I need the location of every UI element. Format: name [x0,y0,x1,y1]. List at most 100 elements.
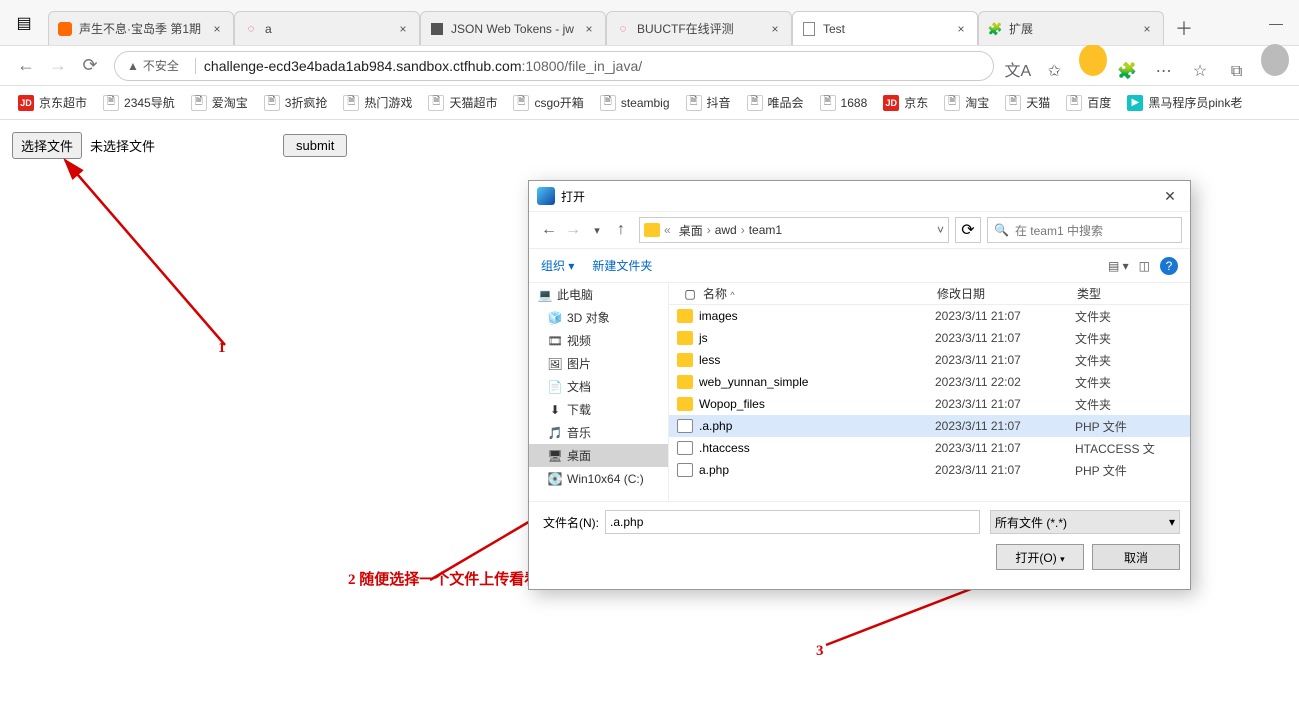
tab-close-button[interactable]: × [953,22,969,36]
url-field[interactable]: ▲ 不安全 challenge-ecd3e4bada1ab984.sandbox… [114,51,994,81]
tab-favicon [429,21,445,37]
bookmark-icon: 🗎 [191,95,207,111]
tab-5[interactable]: 🧩扩展× [978,11,1164,45]
bookmark-14[interactable]: 🗎百度 [1058,89,1119,117]
bookmark-8[interactable]: 🗎抖音 [678,89,739,117]
file-type: 文件夹 [1075,374,1190,391]
file-type: 文件夹 [1075,330,1190,347]
tree-label: 视频 [567,332,591,349]
bookmark-5[interactable]: 🗎天猫超市 [420,89,505,117]
annotation-3: 3 [816,643,824,660]
bookmark-9[interactable]: 🗎唯品会 [739,89,812,117]
tab-0[interactable]: 声生不息·宝岛季 第1期× [48,11,234,45]
file-row[interactable]: Wopop_files2023/3/11 21:07文件夹 [669,393,1190,415]
bookmark-3[interactable]: 🗎3折疯抢 [256,89,336,117]
file-row[interactable]: js2023/3/11 21:07文件夹 [669,327,1190,349]
tree-item[interactable]: 🖥桌面 [529,444,668,467]
forward-button[interactable]: → [42,50,74,82]
dialog-close-button[interactable]: ✕ [1158,188,1182,205]
tab-2[interactable]: JSON Web Tokens - jw× [420,11,606,45]
file-type-filter[interactable]: 所有文件 (*.*)▾ [990,510,1180,534]
tab-close-button[interactable]: × [1139,22,1155,36]
tab-close-button[interactable]: × [395,22,411,36]
address-bar: ← → ⟳ ▲ 不安全 challenge-ecd3e4bada1ab984.s… [0,46,1299,86]
tree-item[interactable]: 🧊3D 对象 [529,306,668,329]
open-button[interactable]: 打开(O) ▾ [996,544,1084,570]
site-security-icon[interactable]: ▲ 不安全 [127,57,179,74]
help-button[interactable]: ? [1160,257,1178,275]
folder-icon [677,353,693,367]
filename-input[interactable] [605,510,980,534]
file-row[interactable]: .a.php2023/3/11 21:07PHP 文件 [669,415,1190,437]
bookmark-10[interactable]: 🗎1688 [812,89,876,117]
file-date: 2023/3/11 21:07 [935,309,1075,323]
minimize-button[interactable]: — [1253,0,1299,45]
tree-item[interactable]: 🎞视频 [529,329,668,352]
choose-file-button[interactable]: 选择文件 [12,132,82,159]
new-folder-button[interactable]: 新建文件夹 [592,257,652,274]
file-icon [677,419,693,433]
bookmark-13[interactable]: 🗎天猫 [997,89,1058,117]
tab-title: Test [823,22,953,36]
tree-item[interactable]: 💽Win10x64 (C:) [529,467,668,490]
bookmark-label: 黑马程序员pink老 [1148,94,1242,111]
dialog-back-button[interactable]: ← [537,221,561,239]
avatar[interactable] [1075,44,1107,76]
tab-close-button[interactable]: × [581,22,597,36]
tab-close-button[interactable]: × [767,22,783,36]
tree-item[interactable]: 🖼图片 [529,352,668,375]
bookmark-1[interactable]: 🗎2345导航 [95,89,183,117]
file-row[interactable]: images2023/3/11 21:07文件夹 [669,305,1190,327]
submit-button[interactable]: submit [283,134,347,157]
cancel-button[interactable]: 取消 [1092,544,1180,570]
bookmark-7[interactable]: 🗎steambig [592,89,678,117]
translate-icon[interactable]: 文A [1002,53,1034,85]
file-list: ▢名称 ^ 修改日期 类型 images2023/3/11 21:07文件夹js… [669,283,1190,501]
favorite-icon[interactable]: ✩ [1038,55,1070,87]
extensions-icon[interactable]: 🧩 [1111,55,1143,87]
file-row[interactable]: web_yunnan_simple2023/3/11 22:02文件夹 [669,371,1190,393]
dialog-refresh-button[interactable]: ⟳ [955,217,981,243]
favorites-icon[interactable]: ☆ [1184,55,1216,87]
bookmark-2[interactable]: 🗎爱淘宝 [183,89,256,117]
tree-item[interactable]: 🎵音乐 [529,421,668,444]
bookmark-icon: 🗎 [944,95,960,111]
file-row[interactable]: .htaccess2023/3/11 21:07HTACCESS 文 [669,437,1190,459]
breadcrumb[interactable]: « 桌面› awd› team1 ˅ [639,217,949,243]
file-date: 2023/3/11 21:07 [935,463,1075,477]
bookmark-11[interactable]: JD京东 [875,89,936,117]
tree-item[interactable]: 📄文档 [529,375,668,398]
profile-icon[interactable] [1257,44,1289,76]
file-row[interactable]: a.php2023/3/11 21:07PHP 文件 [669,459,1190,481]
new-tab-button[interactable]: ＋ [1170,14,1198,42]
dialog-forward-button[interactable]: → [561,221,585,239]
bookmark-15[interactable]: ▶黑马程序员pink老 [1119,89,1250,117]
bookmark-0[interactable]: JD京东超市 [10,89,95,117]
tab-4[interactable]: Test× [792,11,978,45]
list-header[interactable]: ▢名称 ^ 修改日期 类型 [669,283,1190,305]
tab-favicon: ◌ [243,21,259,37]
file-row[interactable]: less2023/3/11 21:07文件夹 [669,349,1190,371]
search-icon: 🔍 [994,223,1009,237]
bookmark-6[interactable]: 🗎csgo开箱 [505,89,591,117]
bookmark-icon: 🗎 [343,95,359,111]
preview-pane-button[interactable]: ◫ [1139,259,1150,273]
collections-icon[interactable]: ⧉ [1221,56,1253,88]
menu-icon[interactable]: ⋯ [1148,55,1180,87]
tab-3[interactable]: ◌BUUCTF在线评测× [606,11,792,45]
dialog-up-button[interactable]: ↑ [609,221,633,239]
tree-item[interactable]: 💻此电脑 [529,283,668,306]
folder-tree[interactable]: 💻此电脑🧊3D 对象🎞视频🖼图片📄文档⬇下载🎵音乐🖥桌面💽Win10x64 (C… [529,283,669,501]
view-button[interactable]: ▤ ▾ [1108,259,1129,273]
tree-item[interactable]: ⬇下载 [529,398,668,421]
tab-1[interactable]: ◌a× [234,11,420,45]
tab-close-button[interactable]: × [209,22,225,36]
back-button[interactable]: ← [10,50,42,82]
dialog-search-input[interactable]: 🔍 在 team1 中搜索 [987,217,1182,243]
bookmark-4[interactable]: 🗎热门游戏 [335,89,420,117]
tab-list-button[interactable]: ▤ [0,0,48,45]
bookmark-12[interactable]: 🗎淘宝 [936,89,997,117]
organize-button[interactable]: 组织 ▾ [541,257,574,274]
reload-button[interactable]: ⟳ [74,50,106,82]
dialog-recent-button[interactable]: ▾ [585,224,609,237]
